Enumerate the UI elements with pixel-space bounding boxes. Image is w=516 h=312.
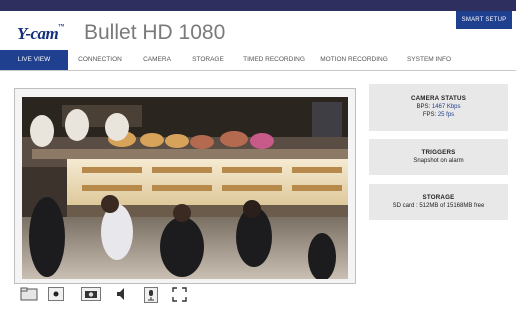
storage-title: STORAGE bbox=[422, 194, 455, 201]
page-title: Bullet HD 1080 bbox=[84, 21, 226, 44]
snapshot-camera-icon[interactable] bbox=[81, 287, 101, 301]
tab-live-view[interactable]: LIVE VIEW bbox=[0, 50, 68, 70]
live-video-image bbox=[22, 97, 348, 279]
triggers-panel: TRIGGERS Snapshot on alarm bbox=[369, 139, 508, 175]
fps-line: FPS: 25 fps bbox=[422, 112, 455, 118]
top-bar bbox=[0, 0, 516, 11]
smart-setup-button[interactable]: SMART SETUP bbox=[456, 11, 512, 29]
fullscreen-icon[interactable] bbox=[172, 287, 187, 302]
camera-status-panel: CAMERA STATUS BPS: 1467 Kbps FPS: 25 fps bbox=[369, 84, 508, 131]
tab-timed-recording[interactable]: TIMED RECORDING bbox=[234, 50, 314, 70]
triggers-text: Snapshot on alarm bbox=[413, 158, 464, 164]
camera-status-title: CAMERA STATUS bbox=[410, 95, 467, 102]
tab-camera[interactable]: CAMERA bbox=[132, 50, 182, 70]
folder-icon[interactable] bbox=[20, 287, 38, 301]
fps-value: 25 fps bbox=[437, 112, 455, 118]
bps-value: 1467 Kbps bbox=[431, 104, 461, 110]
tab-system-info[interactable]: SYSTEM INFO bbox=[394, 50, 464, 70]
storage-panel: STORAGE SD card : 512MB of 15168MB free bbox=[369, 184, 508, 220]
record-icon[interactable] bbox=[48, 287, 64, 301]
ycam-logo: Y-cam™ bbox=[17, 24, 64, 43]
tab-storage[interactable]: STORAGE bbox=[182, 50, 234, 70]
live-video-feed[interactable] bbox=[22, 97, 348, 279]
main-nav: LIVE VIEW CONNECTION CAMERA STORAGE TIME… bbox=[0, 50, 516, 71]
logo-text: Y-cam bbox=[17, 24, 59, 43]
tab-connection[interactable]: CONNECTION bbox=[68, 50, 132, 70]
bps-line: BPS: 1467 Kbps bbox=[416, 104, 461, 110]
tab-motion-recording[interactable]: MOTION RECORDING bbox=[314, 50, 394, 70]
triggers-title: TRIGGERS bbox=[421, 149, 456, 156]
microphone-icon[interactable] bbox=[144, 287, 158, 303]
storage-text: SD card : 512MB of 15168MB free bbox=[392, 203, 485, 209]
speaker-icon[interactable] bbox=[116, 287, 126, 301]
